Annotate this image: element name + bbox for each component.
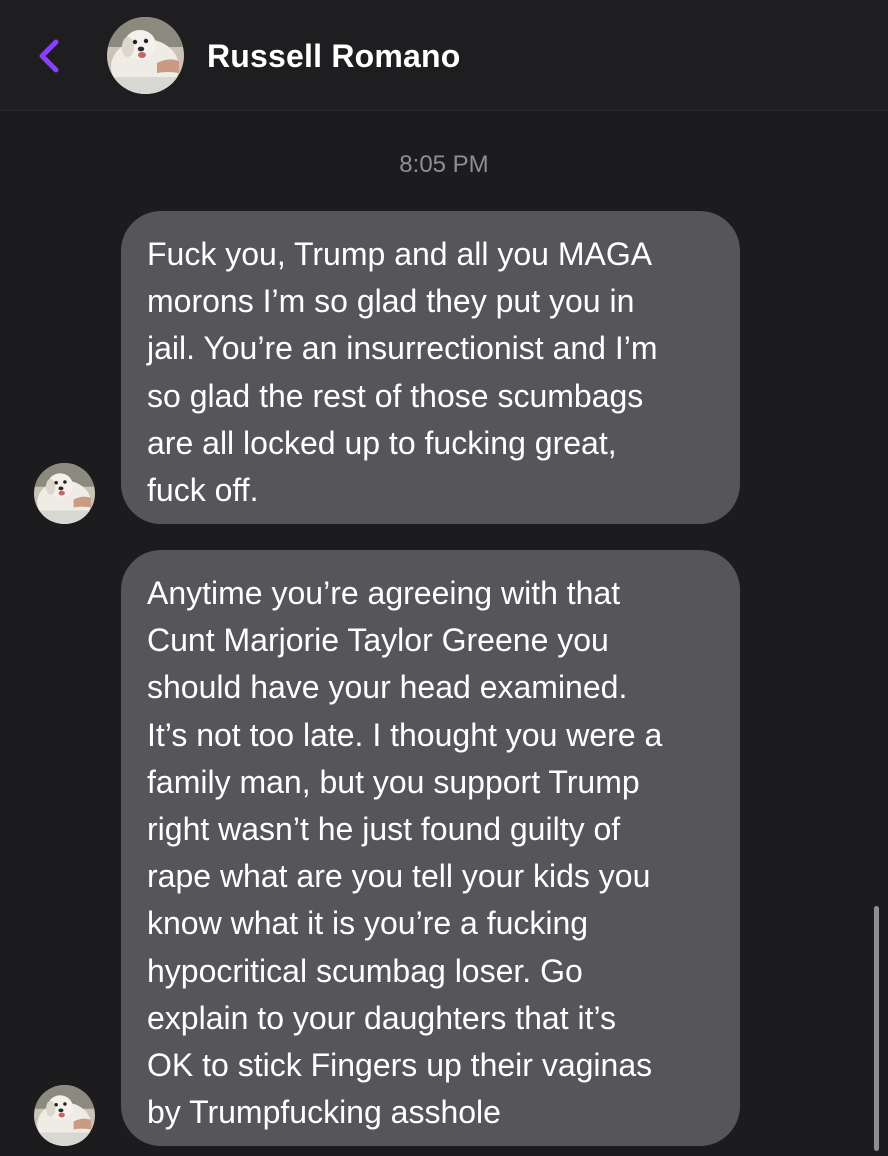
sender-avatar[interactable] (34, 1085, 95, 1146)
back-button[interactable] (30, 32, 70, 80)
contact-avatar[interactable] (107, 17, 184, 94)
message-bubble[interactable]: Fuck you, Trump and all you MAGA morons … (121, 211, 740, 524)
message-timestamp: 8:05 PM (399, 151, 489, 178)
message-bubble[interactable]: Anytime you’re agreeing with that Cunt M… (121, 550, 740, 1146)
sender-avatar[interactable] (34, 463, 95, 524)
conversation-header: Russell Romano (0, 0, 888, 111)
contact-name[interactable]: Russell Romano (207, 36, 461, 76)
chevron-left-icon (39, 39, 59, 73)
scrollbar[interactable] (874, 906, 879, 1151)
